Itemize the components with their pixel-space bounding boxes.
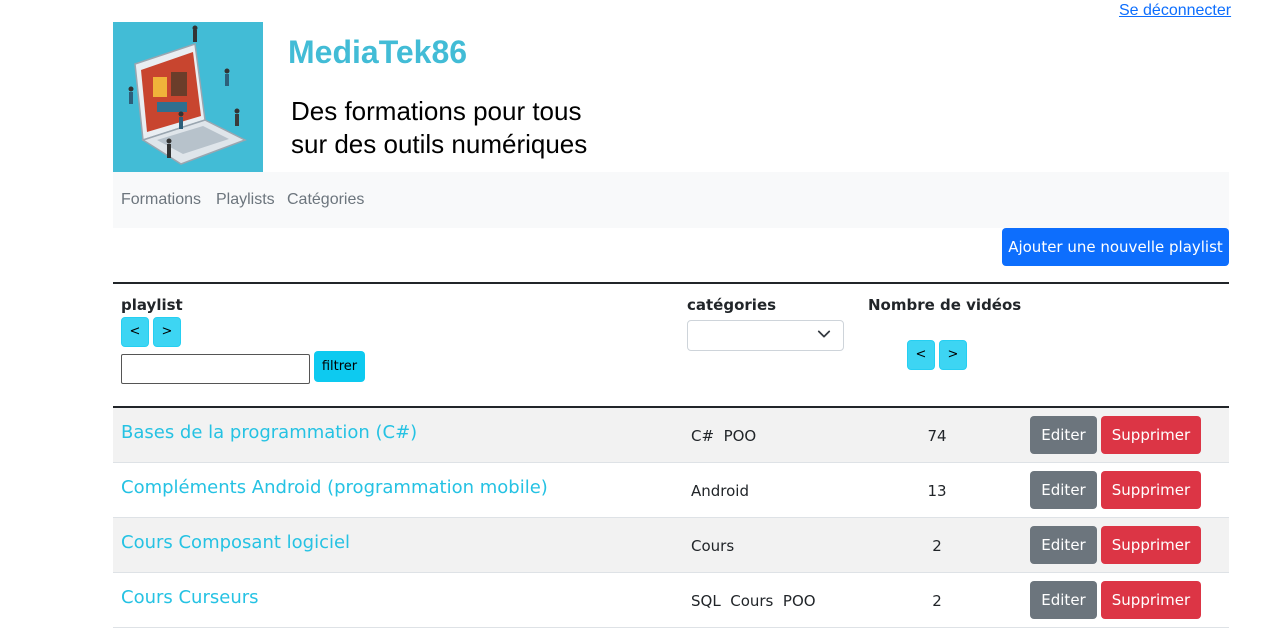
playlist-categories: C# POO [691,427,757,445]
header-categories: catégories [687,296,777,314]
site-logo[interactable] [113,22,263,172]
playlist-title-link[interactable]: Bases de la programmation (C#) [121,422,417,443]
header-video-count: Nombre de vidéos [868,296,1022,314]
chevron-down-icon [817,330,831,338]
sort-playlist-desc-button[interactable]: > [153,317,181,347]
sort-playlist-asc-button[interactable]: < [121,317,149,347]
tagline-line-1: Des formations pour tous [291,96,582,126]
site-title: MediaTek86 [288,34,468,70]
playlist-title-link[interactable]: Cours Composant logiciel [121,532,350,553]
delete-button[interactable]: Supprimer [1101,416,1201,454]
table-top-border [113,282,1229,284]
delete-button[interactable]: Supprimer [1101,526,1201,564]
table-row: Cours Curseurs SQL Cours POO 2 Editer Su… [113,573,1229,628]
playlist-video-count: 2 [932,592,942,610]
site-tagline: Des formations pour tous sur des outils … [291,95,587,161]
filter-button[interactable]: filtrer [314,351,365,382]
nav-item-categories[interactable]: Catégories [287,191,364,209]
edit-button[interactable]: Editer [1030,526,1097,564]
table-row: Compléments Android (programmation mobil… [113,463,1229,518]
add-playlist-button[interactable]: Ajouter une nouvelle playlist [1002,228,1229,266]
table-row: Cours Composant logiciel Cours 2 Editer … [113,518,1229,573]
playlist-categories: SQL Cours POO [691,592,816,610]
playlist-categories: Android [691,482,749,500]
playlist-video-count: 2 [932,537,942,555]
sort-count-asc-button[interactable]: < [907,340,935,370]
playlist-filter-input[interactable] [121,354,310,384]
playlist-title-link[interactable]: Cours Curseurs [121,587,259,608]
playlist-video-count: 13 [927,482,947,500]
delete-button[interactable]: Supprimer [1101,471,1201,509]
logout-link[interactable]: Se déconnecter [1119,2,1231,20]
playlist-video-count: 74 [927,427,947,445]
edit-button[interactable]: Editer [1030,471,1097,509]
nav-item-formations[interactable]: Formations [121,191,201,209]
header-playlist: playlist [121,296,183,314]
playlist-title-link[interactable]: Compléments Android (programmation mobil… [121,477,548,498]
tagline-line-2: sur des outils numériques [291,129,588,159]
table-row: Bases de la programmation (C#) C# POO 74… [113,408,1229,463]
delete-button[interactable]: Supprimer [1101,581,1201,619]
site-header: MediaTek86 Des formations pour tous sur … [113,22,1229,172]
laptop-illustration-icon [113,22,263,172]
nav-item-playlists[interactable]: Playlists [216,191,275,209]
category-select[interactable] [687,320,844,351]
edit-button[interactable]: Editer [1030,416,1097,454]
main-navbar: Formations Playlists Catégories [113,172,1229,228]
edit-button[interactable]: Editer [1030,581,1097,619]
playlist-categories: Cours [691,537,735,555]
sort-count-desc-button[interactable]: > [939,340,967,370]
